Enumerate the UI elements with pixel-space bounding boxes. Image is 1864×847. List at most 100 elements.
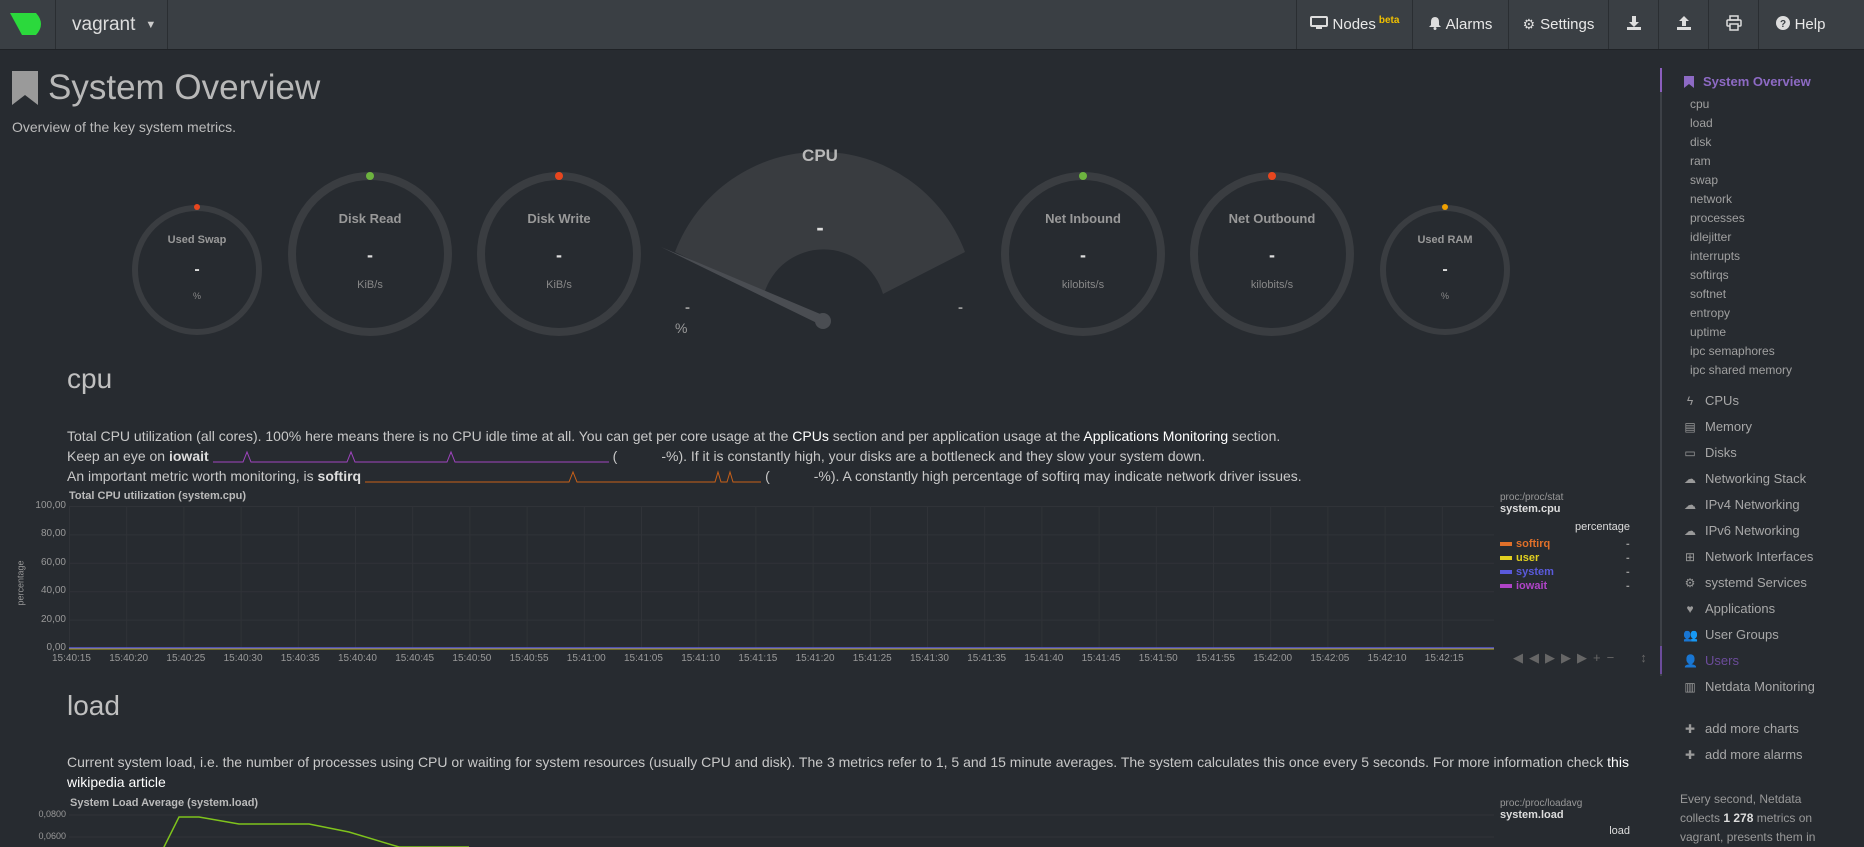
sidebar-item-system-overview[interactable]: System Overview [1684,74,1811,89]
sidebar-item-label: Disks [1705,445,1737,460]
hdd-icon: ▭ [1684,445,1696,460]
zoom-out-icon[interactable]: − [1607,650,1621,665]
sidebar-subitem-ipc-semaphores[interactable]: ipc semaphores [1690,344,1775,358]
sidebar-item-netdata-monitoring[interactable]: ▥ Netdata Monitoring [1683,679,1815,694]
legend-unit: load [1609,825,1630,837]
load-description: Current system load, i.e. the number of … [67,752,1635,792]
plus-icon: ✚ [1684,747,1696,762]
top-navbar: vagrant ▼ Nodes beta Alarms ⚙ Settings ?… [0,0,1864,50]
sidebar-item-label: Network Interfaces [1705,549,1814,564]
zoom-in-icon[interactable]: + [1593,650,1607,665]
sidebar-subitem-softnet[interactable]: softnet [1690,287,1726,301]
sidebar-item-ipv6-networking[interactable]: ☁ IPv6 Networking [1683,523,1800,538]
sidebar-item-disks[interactable]: ▭ Disks [1683,445,1737,460]
download-icon [1626,15,1642,35]
add-more-charts-link[interactable]: ✚ add more charts [1683,721,1799,736]
x-tick: 15:42:10 [1367,653,1407,664]
sidebar-subitem-disk[interactable]: disk [1690,135,1711,149]
sidebar-link-label: add more alarms [1705,747,1803,762]
sidebar-subitem-ram[interactable]: ram [1690,154,1711,168]
legend-series-value: - [1626,580,1630,592]
gauge-value: - [816,215,824,240]
iowait-label: iowait [168,448,209,464]
play-icon[interactable]: ▶ [1545,650,1561,665]
desktop-icon [1309,16,1328,33]
sidebar-subitem-network[interactable]: network [1690,192,1732,206]
cogs-icon: ⚙ [1684,575,1696,590]
sidebar-item-network-interfaces[interactable]: ⊞ Network Interfaces [1683,549,1813,564]
description-text: Current system load, i.e. the number of … [67,754,1608,770]
disk-write-gauge[interactable]: Disk Write - KiB/s [476,171,642,337]
alarms-button[interactable]: Alarms [1412,0,1508,49]
net-outbound-gauge[interactable]: Net Outbound - kilobits/s [1189,171,1355,337]
sidebar-item-ipv4-networking[interactable]: ☁ IPv4 Networking [1683,497,1800,512]
settings-button[interactable]: ⚙ Settings [1508,0,1608,49]
page-title: System Overview [12,68,320,108]
sidebar-item-label: Applications [1705,601,1776,616]
chart-controls[interactable]: ◀◀▶▶▶+− ↕ [1513,650,1653,666]
settings-label: Settings [1540,16,1595,33]
cpu-gauge-title: CPU [802,146,838,165]
sidebar-item-label: IPv4 Networking [1705,497,1800,512]
cpu-gauge[interactable]: CPU - - - % [655,145,985,345]
wikipedia-article-link[interactable]: wikipedia article [67,774,166,790]
legend-series-value: - [1626,538,1630,550]
used-swap-gauge[interactable]: Used Swap - % [130,203,264,337]
legend-item-softirq[interactable]: softirq - [1500,537,1630,551]
description-text: ( [765,468,770,484]
net-inbound-gauge[interactable]: Net Inbound - kilobits/s [1000,171,1166,337]
y-tick: 100,00 [35,500,66,511]
memory-icon: ▤ [1684,419,1696,434]
sidebar-subitem-uptime[interactable]: uptime [1690,325,1726,339]
description-text: -%). A constantly high percentage of sof… [813,468,1302,484]
print-button[interactable] [1708,0,1758,49]
download-button[interactable] [1608,0,1658,49]
users-icon: 👥 [1683,627,1698,642]
x-tick: 15:41:30 [910,653,949,664]
sidebar-item-applications[interactable]: ♥ Applications [1683,601,1775,616]
sidebar-item-users[interactable]: 👤 Users [1683,653,1739,668]
hostname-dropdown[interactable]: vagrant ▼ [56,0,168,49]
this-link[interactable]: this [1607,754,1629,770]
sidebar-subitem-processes[interactable]: processes [1690,211,1745,225]
upload-button[interactable] [1658,0,1708,49]
legend-item-user[interactable]: user - [1500,551,1630,565]
sidebar-item-label: Networking Stack [1705,471,1807,486]
help-button[interactable]: ? Help [1758,0,1842,49]
sidebar-subitem-entropy[interactable]: entropy [1690,306,1730,320]
sidebar-item-label: Users [1705,653,1739,668]
alarms-label: Alarms [1445,16,1493,33]
netdata-logo[interactable] [0,0,56,49]
sidebar-item-memory[interactable]: ▤ Memory [1683,419,1752,434]
add-more-alarms-link[interactable]: ✚ add more alarms [1683,747,1803,762]
load-chart-title: System Load Average (system.load) [70,797,259,809]
load-chart-plot[interactable] [69,812,1494,847]
sidebar-item-user-groups[interactable]: 👥 User Groups [1683,627,1779,642]
sidebar-subitem-softirqs[interactable]: softirqs [1690,268,1729,282]
sidebar-subitem-swap[interactable]: swap [1690,173,1718,187]
nodes-button[interactable]: Nodes beta [1296,0,1412,49]
beta-badge: beta [1378,15,1400,26]
sidebar-subitem-load[interactable]: load [1690,116,1713,130]
backward-icon[interactable]: ◀◀ [1513,650,1545,665]
forward-icon[interactable]: ▶▶ [1561,650,1593,665]
sidebar-subitem-cpu[interactable]: cpu [1690,97,1709,111]
sidebar-item-cpus[interactable]: ϟ CPUs [1683,393,1739,408]
y-tick: 40,00 [40,585,66,597]
sidebar-subitem-interrupts[interactable]: interrupts [1690,249,1740,263]
sidebar-subitem-idlejitter[interactable]: idlejitter [1690,230,1731,244]
disk-read-gauge[interactable]: Disk Read - KiB/s [287,171,453,337]
used-ram-gauge[interactable]: Used RAM - % [1378,203,1512,337]
sidebar-item-systemd-services[interactable]: ⚙ systemd Services [1683,575,1807,590]
legend-item-system[interactable]: system - [1500,565,1630,579]
cpu-chart-plot[interactable] [69,506,1494,650]
x-tick: 15:41:20 [795,653,835,664]
cpus-link[interactable]: CPUs [792,428,829,444]
applications-monitoring-link[interactable]: Applications Monitoring [1083,428,1228,444]
sidebar-subitem-ipc-shared-memory[interactable]: ipc shared memory [1690,363,1792,377]
x-tick: 15:40:15 [52,653,91,664]
svg-text:?: ? [1780,19,1786,30]
sidebar-item-networking-stack[interactable]: ☁ Networking Stack [1683,471,1806,486]
legend-item-iowait[interactable]: iowait - [1500,579,1630,593]
resize-icon[interactable]: ↕ [1640,650,1653,665]
